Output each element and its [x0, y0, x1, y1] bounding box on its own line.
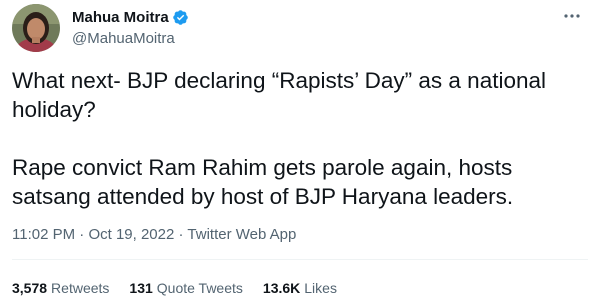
quote-tweets-stat[interactable]: 131 Quote Tweets — [129, 280, 243, 296]
retweets-label: Retweets — [51, 280, 110, 296]
author-display-name[interactable]: Mahua Moitra — [72, 9, 169, 26]
retweets-count: 3,578 — [12, 280, 48, 296]
tweet-stats: 3,578 Retweets 131 Quote Tweets 13.6K Likes — [12, 280, 357, 296]
likes-count: 13.6K — [262, 280, 301, 296]
tweet-paragraph-2: Rape convict Ram Rahim gets parole again… — [12, 155, 514, 209]
tweet-source[interactable]: Twitter Web App — [187, 226, 296, 243]
meta-separator: · — [75, 226, 89, 243]
tweet-date[interactable]: Oct 19, 2022 — [88, 226, 174, 243]
likes-label: Likes — [304, 280, 337, 296]
tweet-time[interactable]: 11:02 PM — [12, 226, 75, 243]
likes-stat[interactable]: 13.6K Likes — [263, 280, 337, 296]
author-handle[interactable]: @MahuaMoitra — [72, 30, 175, 47]
avatar-image — [12, 4, 60, 52]
tweet-paragraph-1: What next- BJP declaring “Rapists’ Day” … — [12, 68, 546, 122]
verified-badge-icon — [172, 9, 189, 26]
avatar[interactable] — [12, 4, 60, 52]
meta-separator: · — [174, 226, 188, 243]
tweet-text: What next- BJP declaring “Rapists’ Day” … — [12, 66, 592, 211]
retweets-stat[interactable]: 3,578 Retweets — [12, 280, 109, 296]
author-name-row[interactable]: Mahua Moitra — [72, 9, 189, 26]
tweet-meta: 11:02 PM · Oct 19, 2022 · Twitter Web Ap… — [12, 226, 296, 243]
quote-tweets-label: Quote Tweets — [156, 280, 243, 296]
divider — [12, 259, 588, 260]
quote-tweets-count: 131 — [129, 280, 153, 296]
more-dots-icon[interactable] — [560, 8, 584, 24]
